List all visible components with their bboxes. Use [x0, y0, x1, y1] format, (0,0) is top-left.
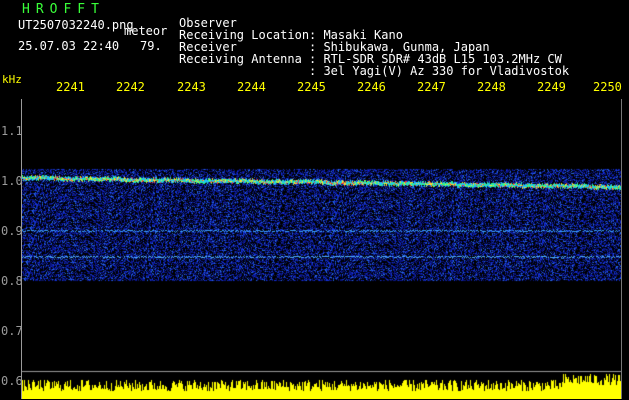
y-tick-label: 0.9	[1, 224, 23, 238]
info-value: : 3el Yagi(V) Az 330 for Vladivostok	[309, 64, 570, 78]
x-tick-label: 2247	[417, 80, 446, 94]
detection-count: 79.	[140, 39, 162, 53]
y-tick-label: 0.8	[1, 274, 23, 288]
y-tick-label: 1.0	[1, 174, 23, 188]
right-axis-line	[621, 99, 622, 399]
x-tick-label: 2248	[477, 80, 506, 94]
info-label: Receiving Antenna	[179, 52, 302, 66]
filename: UT2507032240.png	[18, 18, 134, 32]
app-title: HROFFT	[22, 2, 105, 17]
spectrogram-plot	[22, 99, 622, 399]
y-tick-label: 0.6	[1, 374, 23, 388]
x-tick-label: 2242	[116, 80, 145, 94]
x-tick-label: 2246	[357, 80, 386, 94]
x-tick-label: 2241	[56, 80, 85, 94]
y-tick-label: 0.7	[1, 324, 23, 338]
detection-type-label: meteor	[124, 24, 168, 38]
left-axis-line	[21, 99, 22, 399]
x-tick-label: 2243	[177, 80, 206, 94]
x-tick-label: 2244	[237, 80, 266, 94]
timestamp: 25.07.03 22:40	[18, 39, 120, 53]
frequency-unit-label: kHz	[2, 73, 22, 86]
x-tick-label: 2249	[537, 80, 566, 94]
x-tick-label: 2245	[297, 80, 326, 94]
x-tick-label: 2250	[593, 80, 622, 94]
y-tick-label: 1.1	[1, 124, 23, 138]
